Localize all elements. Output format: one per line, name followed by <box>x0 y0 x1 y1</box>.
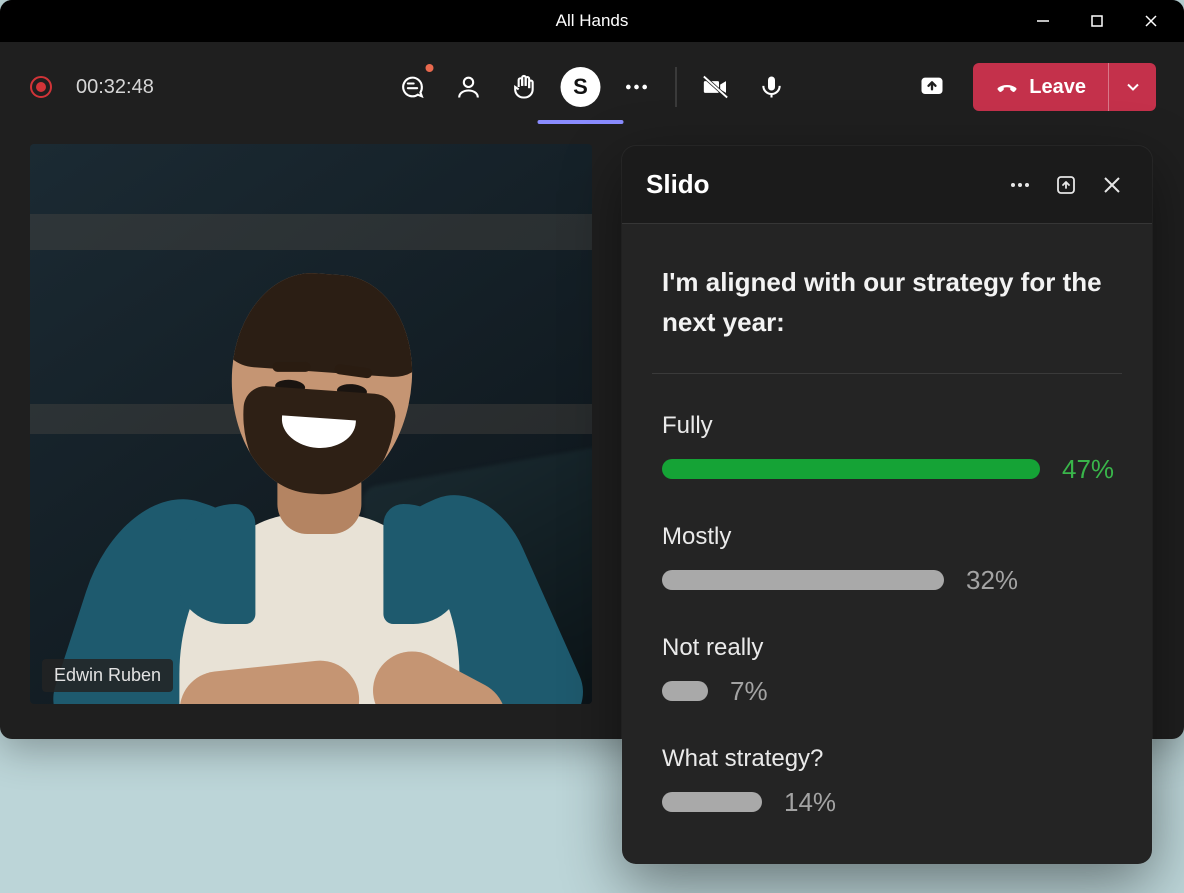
close-icon <box>1100 173 1124 197</box>
poll-option-percent: 14% <box>784 787 836 818</box>
participant-name-tag: Edwin Ruben <box>42 659 173 692</box>
recording-indicator-icon <box>30 76 52 98</box>
leave-label: Leave <box>1029 76 1086 99</box>
more-icon <box>1008 173 1032 197</box>
slido-close-button[interactable] <box>1096 169 1128 201</box>
chevron-down-icon <box>1123 77 1143 97</box>
poll-option-label: Not really <box>662 634 1112 662</box>
chat-button[interactable] <box>390 64 436 110</box>
more-actions-button[interactable] <box>614 64 660 110</box>
titlebar: All Hands <box>0 0 1184 42</box>
minimize-button[interactable] <box>1016 0 1070 42</box>
slido-body: I'm aligned with our strategy for the ne… <box>622 224 1152 828</box>
leave-button-group: Leave <box>973 63 1156 111</box>
active-tab-indicator <box>538 120 624 124</box>
poll-option-label: What strategy? <box>662 745 1112 773</box>
camera-toggle-button[interactable] <box>693 64 739 110</box>
share-screen-button[interactable] <box>909 64 955 110</box>
close-window-button[interactable] <box>1124 0 1178 42</box>
poll-option-label: Mostly <box>662 523 1112 551</box>
slido-header: Slido <box>622 146 1152 224</box>
toolbar-divider <box>676 67 677 107</box>
poll-option-bar <box>662 570 944 590</box>
participant-figure <box>109 234 529 704</box>
slido-app-button[interactable]: S <box>558 64 604 110</box>
leave-options-button[interactable] <box>1108 63 1156 111</box>
raise-hand-button[interactable] <box>502 64 548 110</box>
slido-popout-button[interactable] <box>1050 169 1082 201</box>
popout-icon <box>1054 173 1078 197</box>
meeting-timer: 00:32:48 <box>76 76 154 99</box>
mic-toggle-button[interactable] <box>749 64 795 110</box>
poll-option-percent: 47% <box>1062 454 1114 485</box>
people-button[interactable] <box>446 64 492 110</box>
leave-button[interactable]: Leave <box>973 63 1108 111</box>
notification-dot-icon <box>426 64 434 72</box>
slido-more-button[interactable] <box>1004 169 1036 201</box>
poll-option-bar <box>662 681 708 701</box>
toolbar-center: S <box>390 64 795 110</box>
poll-option-label: Fully <box>662 412 1112 440</box>
meeting-toolbar: 00:32:48 S <box>0 42 1184 132</box>
poll-option-bar-row: 7% <box>662 676 1112 707</box>
poll-option-bar <box>662 792 762 812</box>
poll-option-bar-row: 14% <box>662 787 1112 818</box>
poll-option-percent: 32% <box>966 565 1018 596</box>
poll-option[interactable]: Fully 47% <box>662 412 1112 485</box>
poll-option-bar-row: 32% <box>662 565 1112 596</box>
poll-option-bar-row: 47% <box>662 454 1112 485</box>
poll-option-percent: 7% <box>730 676 768 707</box>
slido-icon: S <box>561 67 601 107</box>
poll-option[interactable]: Mostly 32% <box>662 523 1112 596</box>
slido-panel: Slido I'm aligned with our strategy for … <box>622 146 1152 864</box>
hangup-icon <box>995 75 1019 99</box>
slido-title: Slido <box>646 169 990 200</box>
toolbar-right: Leave <box>909 63 1156 111</box>
poll-option[interactable]: What strategy? 14% <box>662 745 1112 818</box>
window-controls <box>1016 0 1178 42</box>
window-title: All Hands <box>556 11 629 31</box>
poll-question: I'm aligned with our strategy for the ne… <box>662 262 1112 343</box>
poll-option-bar <box>662 459 1040 479</box>
poll-option[interactable]: Not really 7% <box>662 634 1112 707</box>
divider <box>652 373 1122 374</box>
participant-video-tile[interactable]: Edwin Ruben <box>30 144 592 704</box>
maximize-button[interactable] <box>1070 0 1124 42</box>
